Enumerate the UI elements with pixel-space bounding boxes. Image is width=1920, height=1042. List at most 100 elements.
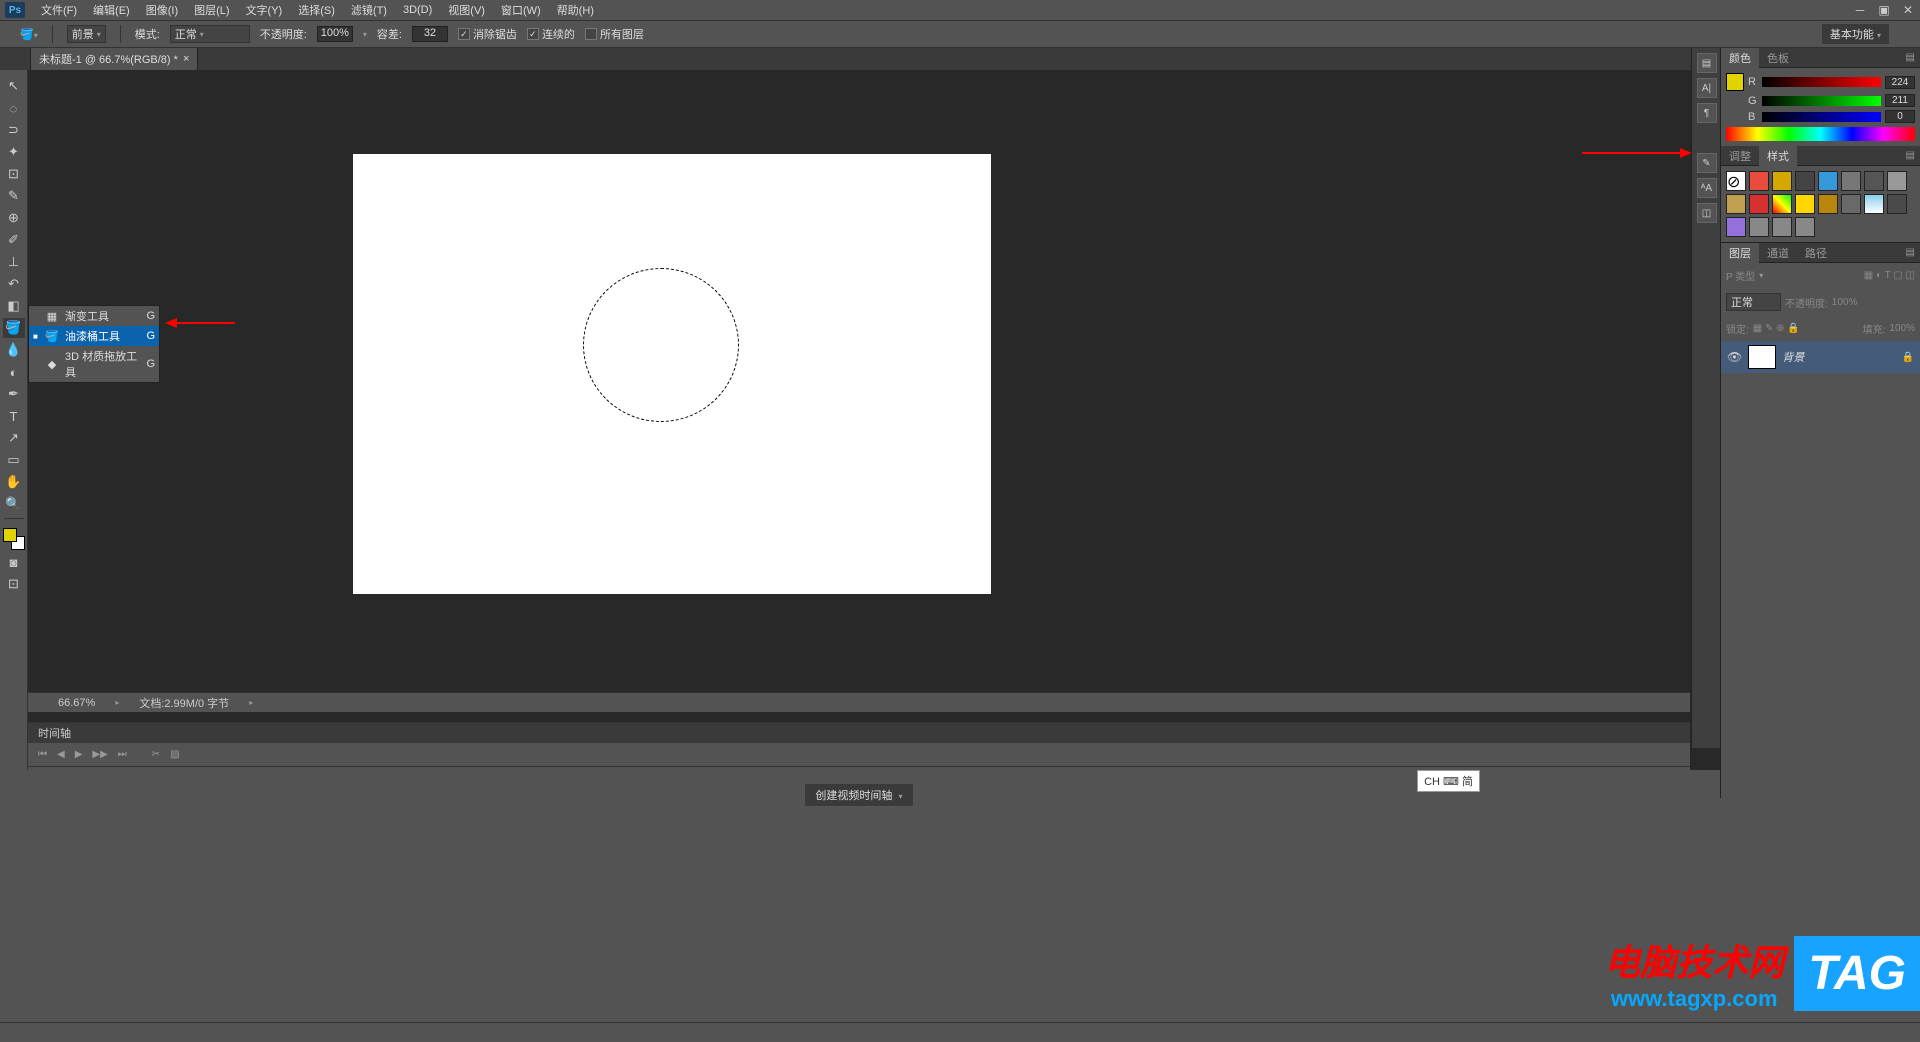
menu-help[interactable]: 帮助(H) [549, 2, 602, 18]
foreground-swatch[interactable] [3, 528, 17, 542]
menu-select[interactable]: 选择(S) [290, 2, 343, 18]
style-swatch[interactable] [1818, 171, 1838, 191]
style-swatch[interactable] [1841, 194, 1861, 214]
timeline-transition[interactable]: ▨ [170, 749, 179, 760]
crop-tool[interactable]: ⊡ [3, 164, 25, 184]
eyedropper-tool[interactable]: ✎ [3, 186, 25, 206]
pen-tool[interactable]: ✒ [3, 384, 25, 404]
b-slider[interactable] [1762, 112, 1881, 122]
timeline-cut[interactable]: ✂ [152, 749, 160, 760]
menu-view[interactable]: 视图(V) [440, 2, 493, 18]
style-swatch[interactable] [1726, 217, 1746, 237]
style-swatch[interactable] [1887, 171, 1907, 191]
heal-tool[interactable]: ⊕ [3, 208, 25, 228]
layer-thumbnail[interactable] [1748, 345, 1776, 369]
g-value[interactable]: 211 [1885, 94, 1915, 107]
eraser-tool[interactable]: ◧ [3, 296, 25, 316]
dock-3d-icon[interactable]: ◫ [1697, 203, 1717, 223]
workspace-switcher[interactable]: 基本功能 ▾ [1821, 23, 1890, 45]
dock-para-icon[interactable]: ¶ [1697, 103, 1717, 123]
create-timeline-button[interactable]: 创建视频时间轴 ▾ [804, 783, 913, 807]
blur-tool[interactable]: 💧 [3, 340, 25, 360]
history-brush-tool[interactable]: ↶ [3, 274, 25, 294]
color-preview-swatch[interactable] [1726, 73, 1744, 91]
close-button[interactable]: ✕ [1896, 0, 1920, 20]
dock-history-icon[interactable]: ▤ [1697, 53, 1717, 73]
fill-value[interactable]: 100% [1889, 323, 1915, 334]
style-swatch[interactable] [1749, 171, 1769, 191]
swatches-tab[interactable]: 色板 [1759, 48, 1797, 68]
type-tool[interactable]: T [3, 406, 25, 426]
style-swatch[interactable]: ⊘ [1726, 171, 1746, 191]
menu-layer[interactable]: 图层(L) [186, 2, 237, 18]
timeline-play[interactable]: ▶ [75, 749, 83, 760]
dock-brush-icon[interactable]: ✎ [1697, 153, 1717, 173]
document-tab[interactable]: 未标题-1 @ 66.7%(RGB/8) *× [30, 47, 198, 70]
flyout-paint-bucket[interactable]: ■🪣 油漆桶工具 G [29, 326, 159, 346]
dock-char-icon[interactable]: A| [1697, 78, 1717, 98]
shape-tool[interactable]: ▭ [3, 450, 25, 470]
menu-filter[interactable]: 滤镜(T) [343, 2, 395, 18]
quickmask-toggle[interactable]: ◙ [3, 552, 25, 572]
wand-tool[interactable]: ✦ [3, 142, 25, 162]
g-slider[interactable] [1762, 96, 1881, 106]
layer-row[interactable]: 👁 背景 🔒 [1721, 341, 1920, 373]
canvas-area[interactable] [28, 70, 1920, 770]
layer-filter-kind[interactable]: P 类型 [1726, 268, 1755, 283]
style-swatch[interactable] [1887, 194, 1907, 214]
style-swatch[interactable] [1772, 194, 1792, 214]
marquee-tool[interactable]: ◌ [3, 98, 25, 118]
maximize-button[interactable]: ▣ [1872, 0, 1896, 20]
panel-menu-icon[interactable]: ▤ [1901, 150, 1920, 161]
brush-tool[interactable]: ✐ [3, 230, 25, 250]
hand-tool[interactable]: ✋ [3, 472, 25, 492]
color-swatches[interactable] [3, 528, 25, 550]
style-swatch[interactable] [1795, 171, 1815, 191]
panel-menu-icon[interactable]: ▤ [1901, 52, 1920, 63]
timeline-tab[interactable]: 时间轴 [28, 723, 1690, 743]
antialias-checkbox[interactable]: ✓消除锯齿 [458, 26, 517, 42]
style-swatch[interactable] [1749, 217, 1769, 237]
zoom-tool[interactable]: 🔍 [3, 494, 25, 514]
menu-image[interactable]: 图像(I) [138, 2, 186, 18]
channels-tab[interactable]: 通道 [1759, 243, 1797, 263]
layer-name[interactable]: 背景 [1782, 349, 1895, 365]
menu-edit[interactable]: 编辑(E) [85, 2, 138, 18]
styles-tab[interactable]: 样式 [1759, 146, 1797, 166]
alllayers-checkbox[interactable]: 所有图层 [585, 26, 644, 42]
timeline-prev[interactable]: ◀ [57, 749, 65, 760]
tolerance-input[interactable]: 32 [412, 26, 448, 42]
panel-menu-icon[interactable]: ▤ [1901, 247, 1920, 258]
r-value[interactable]: 224 [1885, 76, 1915, 89]
timeline-rewind[interactable]: ⏮ [38, 749, 47, 760]
screenmode-toggle[interactable]: ⊡ [3, 574, 25, 594]
dock-char2-icon[interactable]: ᴬA [1697, 178, 1717, 198]
color-tab[interactable]: 颜色 [1721, 48, 1759, 68]
style-swatch[interactable] [1864, 194, 1884, 214]
menu-file[interactable]: 文件(F) [33, 2, 85, 18]
menu-3d[interactable]: 3D(D) [395, 4, 440, 16]
style-swatch[interactable] [1841, 171, 1861, 191]
mode-dropdown[interactable]: 正常▾ [170, 25, 250, 43]
contiguous-checkbox[interactable]: ✓连续的 [527, 26, 575, 42]
style-swatch[interactable] [1772, 171, 1792, 191]
style-swatch[interactable] [1795, 194, 1815, 214]
style-swatch[interactable] [1726, 194, 1746, 214]
flyout-3d-material[interactable]: ◆ 3D 材质拖放工具 G [29, 346, 159, 382]
b-value[interactable]: 0 [1885, 110, 1915, 123]
r-slider[interactable] [1762, 77, 1881, 87]
blend-mode-dropdown[interactable]: 正常 [1726, 293, 1781, 311]
style-swatch[interactable] [1772, 217, 1792, 237]
minimize-button[interactable]: ─ [1848, 0, 1872, 20]
opacity-input[interactable]: 100% [317, 26, 353, 42]
doc-info[interactable]: 文档:2.99M/0 字节 [139, 695, 229, 711]
layers-tab[interactable]: 图层 [1721, 243, 1759, 263]
flyout-gradient[interactable]: ▦ 渐变工具 G [29, 306, 159, 326]
fill-source-dropdown[interactable]: 前景▾ [67, 25, 106, 43]
bucket-tool[interactable]: 🪣 [3, 318, 25, 338]
close-tab-icon[interactable]: × [183, 53, 189, 65]
style-swatch[interactable] [1795, 217, 1815, 237]
move-tool[interactable]: ↖ [3, 76, 25, 96]
dodge-tool[interactable]: ◐ [3, 362, 25, 382]
path-tool[interactable]: ↗ [3, 428, 25, 448]
